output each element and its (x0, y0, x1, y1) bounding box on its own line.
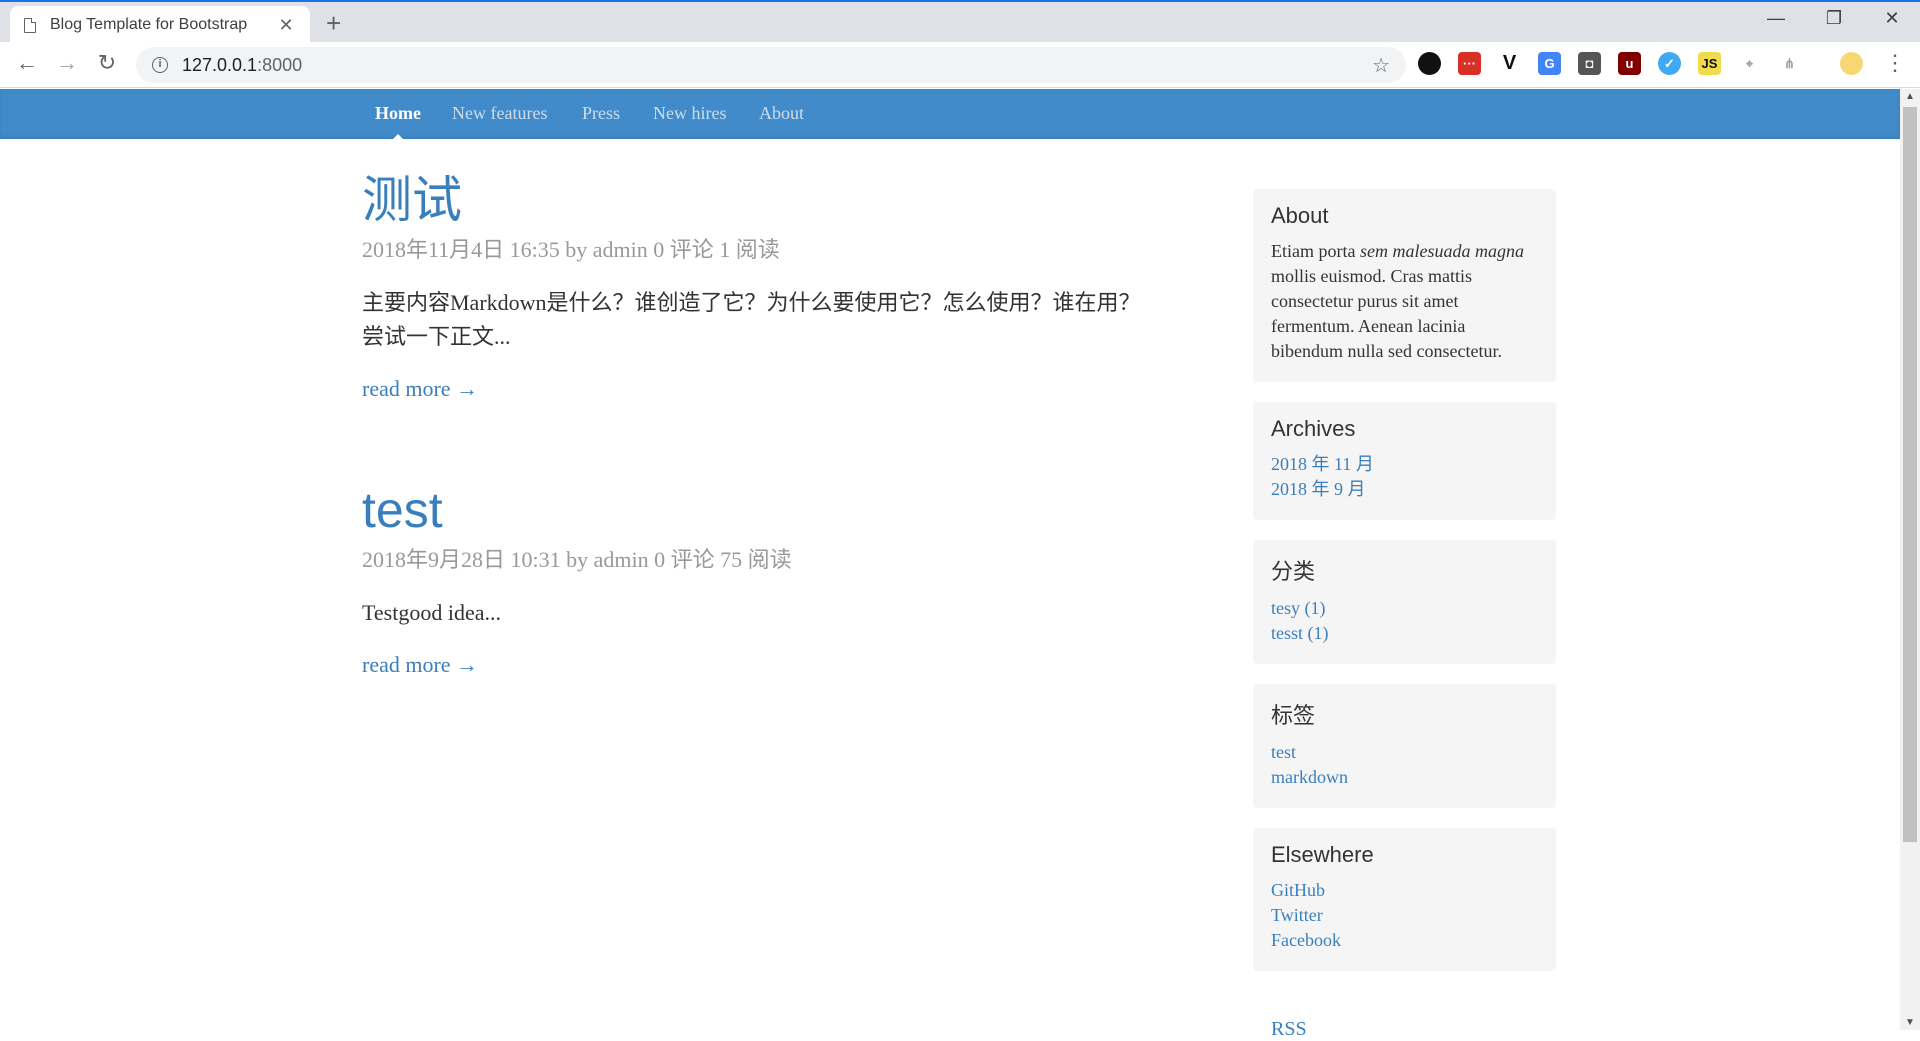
sidebar-categories: 分类 tesy (1) tesst (1) (1253, 540, 1556, 664)
tag-link[interactable]: markdown (1271, 765, 1538, 790)
post-title[interactable]: 测试 (362, 170, 1142, 230)
sidebar-elsewhere: Elsewhere GitHub Twitter Facebook (1253, 828, 1556, 971)
document-icon (24, 17, 36, 33)
extension-tree-icon[interactable]: ⋔ (1778, 52, 1801, 75)
translate-icon[interactable]: G (1538, 52, 1561, 75)
post-excerpt: 主要内容Markdown是什么？谁创造了它？为什么要使用它？怎么使用？谁在用？尝… (362, 290, 1141, 349)
blog-main: 测试 2018年11月4日 16:35 by admin 0 评论 1 阅读 主… (362, 170, 1142, 678)
tag-link[interactable]: test (1271, 740, 1538, 765)
sidebar-archives: Archives 2018 年 11 月 2018 年 9 月 (1253, 402, 1556, 520)
scrollbar-thumb[interactable] (1903, 107, 1917, 842)
extensions-bar: ··· V G ◘ u ✓ JS ⌖ ⋔ (1418, 52, 1863, 75)
blog-post: 测试 2018年11月4日 16:35 by admin 0 评论 1 阅读 主… (362, 170, 1142, 402)
sidebar-heading: About (1271, 203, 1329, 228)
sidebar-heading: Archives (1271, 416, 1356, 441)
twitter-link[interactable]: Twitter (1271, 903, 1538, 928)
post-excerpt: Testgood idea... (362, 600, 501, 625)
nav-item-new-features[interactable]: New features (452, 103, 547, 124)
minimize-button[interactable]: — (1756, 8, 1796, 29)
back-icon[interactable]: ← (12, 50, 42, 76)
browser-tab[interactable]: Blog Template for Bootstrap ✕ (10, 6, 310, 44)
tab-title: Blog Template for Bootstrap (50, 16, 248, 33)
js-icon[interactable]: JS (1698, 52, 1721, 75)
bookmark-star-icon[interactable]: ☆ (1372, 53, 1390, 78)
extension-check-icon[interactable]: ✓ (1658, 52, 1681, 75)
close-window-button[interactable]: ✕ (1872, 8, 1912, 29)
sidebar-heading: 分类 (1271, 559, 1316, 584)
scroll-down-icon[interactable]: ▼ (1900, 1017, 1920, 1028)
url-text: 127.0.0.1:8000 (182, 54, 303, 75)
blog-post: test 2018年9月28日 10:31 by admin 0 评论 75 阅… (362, 480, 1142, 678)
browser-toolbar: ← → ↻ i 127.0.0.1:8000 ☆ ··· V G ◘ u ✓ J… (0, 42, 1920, 88)
reload-icon[interactable]: ↻ (92, 50, 122, 76)
ublock-icon[interactable]: u (1618, 52, 1641, 75)
restore-button[interactable]: ❐ (1814, 8, 1854, 29)
extension-shield-icon[interactable]: ◘ (1578, 52, 1601, 75)
sidebar-about: About Etiam porta sem malesuada magna mo… (1253, 189, 1556, 382)
post-title[interactable]: test (362, 480, 1142, 540)
facebook-link[interactable]: Facebook (1271, 928, 1538, 953)
read-more-link[interactable]: read more → (362, 652, 478, 678)
address-bar[interactable]: i 127.0.0.1:8000 ☆ (136, 47, 1406, 83)
close-tab-icon[interactable]: ✕ (276, 15, 296, 36)
nav-item-about[interactable]: About (759, 103, 804, 124)
read-more-link[interactable]: read more → (362, 376, 478, 402)
nav-item-new-hires[interactable]: New hires (653, 103, 726, 124)
nav-item-press[interactable]: Press (582, 103, 620, 124)
browser-menu-icon[interactable]: ⋮ (1884, 50, 1906, 76)
sidebar-heading: Elsewhere (1271, 842, 1374, 867)
site-info-icon[interactable]: i (152, 57, 168, 73)
scroll-up-icon[interactable]: ▲ (1900, 91, 1920, 102)
post-meta: 2018年11月4日 16:35 by admin 0 评论 1 阅读 (362, 237, 780, 262)
archive-link[interactable]: 2018 年 11 月 (1271, 452, 1538, 477)
archive-link[interactable]: 2018 年 9 月 (1271, 477, 1538, 502)
sidebar-tags: 标签 test markdown (1253, 684, 1556, 808)
new-tab-button[interactable]: + (326, 8, 341, 39)
blog-sidebar: About Etiam porta sem malesuada magna mo… (1253, 189, 1556, 991)
github-link[interactable]: GitHub (1271, 878, 1538, 903)
forward-icon[interactable]: → (52, 50, 82, 76)
profile-avatar[interactable] (1840, 52, 1863, 75)
category-link[interactable]: tesy (1) (1271, 596, 1538, 621)
extension-red-icon[interactable]: ··· (1458, 52, 1481, 75)
about-text: Etiam porta sem malesuada magna mollis e… (1271, 241, 1524, 361)
extension-v-icon[interactable]: V (1498, 52, 1521, 75)
blog-navbar: Home New features Press New hires About (0, 89, 1900, 139)
extension-cursor-icon[interactable]: ⌖ (1738, 52, 1761, 75)
browser-tabstrip: Blog Template for Bootstrap ✕ + — ❐ ✕ (0, 0, 1920, 44)
page-scrollbar[interactable]: ▲ ▼ (1900, 89, 1920, 1030)
extension-circle-icon[interactable] (1418, 52, 1441, 75)
nav-item-home[interactable]: Home (375, 103, 421, 139)
post-meta: 2018年9月28日 10:31 by admin 0 评论 75 阅读 (362, 547, 792, 572)
sidebar-heading: 标签 (1271, 703, 1316, 728)
category-link[interactable]: tesst (1) (1271, 621, 1538, 646)
